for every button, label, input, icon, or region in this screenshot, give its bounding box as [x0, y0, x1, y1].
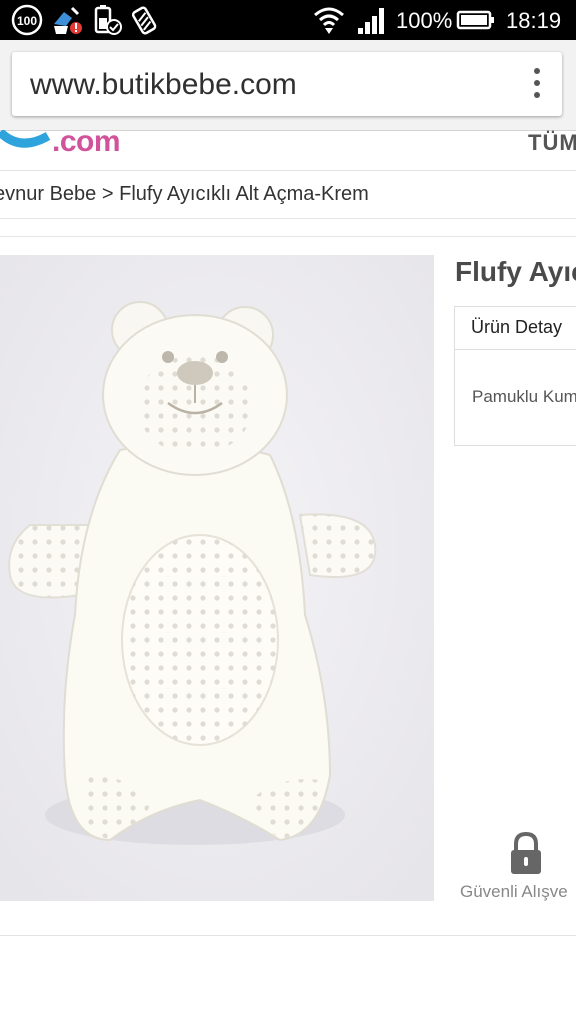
- browser-toolbar: www.butikbebe.com: [0, 40, 576, 131]
- wifi-icon: [314, 7, 344, 34]
- breadcrumb-current: Flufy Ayıcıklı Alt Açma-Krem: [119, 183, 369, 205]
- clock: 18:19: [506, 8, 562, 33]
- battery-percent: 100%: [396, 8, 453, 33]
- hundred-badge-text: 100: [17, 14, 37, 28]
- secure-shopping-label: Güvenli Alışve: [460, 882, 568, 901]
- logo-text[interactable]: .com: [52, 130, 121, 159]
- status-bar: 100 100% 18:19: [0, 0, 576, 40]
- cleaner-alert-icon: [54, 6, 82, 34]
- secure-shopping-badge: Güvenli Alışve: [458, 832, 576, 912]
- overflow-menu-icon[interactable]: [532, 68, 542, 102]
- divider: [0, 935, 576, 936]
- tab-product-detail-label: Ürün Detay: [471, 317, 563, 337]
- bear-changing-mat-image: [0, 255, 434, 901]
- divider: [0, 236, 576, 237]
- logo-icon[interactable]: [0, 130, 60, 162]
- breadcrumb-separator: >: [101, 183, 114, 205]
- product-image[interactable]: [0, 255, 434, 901]
- nav-all-categories[interactable]: TÜM: [528, 130, 576, 156]
- tab-product-detail[interactable]: Ürün Detay: [455, 307, 576, 350]
- hundred-badge-icon: 100: [11, 4, 43, 36]
- breadcrumb: evnur Bebe > Flufy Ayıcıklı Alt Açma-Kre…: [0, 178, 576, 219]
- signal-icon: [358, 8, 384, 34]
- battery-icon: [456, 10, 494, 30]
- product-detail-text: Pamuklu Kum: [472, 387, 576, 406]
- product-title: Flufy Ayıcı: [455, 256, 576, 287]
- url-text[interactable]: www.butikbebe.com: [30, 68, 297, 102]
- breadcrumb-parent-link[interactable]: evnur Bebe: [0, 183, 96, 205]
- product-detail-panel: Ürün Detay Pamuklu Kum: [454, 306, 576, 446]
- battery-mode-icon: [131, 6, 157, 35]
- address-bar[interactable]: www.butikbebe.com: [12, 52, 562, 116]
- battery-saver-icon: [94, 5, 122, 35]
- site-header: .com TÜM: [0, 130, 576, 171]
- lock-icon: [511, 832, 541, 874]
